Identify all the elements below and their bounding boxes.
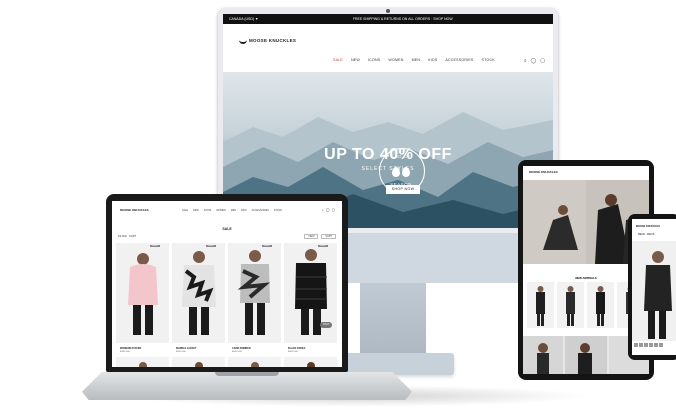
tablet-product-card[interactable] <box>587 282 614 328</box>
promo-message[interactable]: FREE SHIPPING & RETURNS ON ALL ORDERS · … <box>353 17 453 21</box>
shop-now-button[interactable]: SHOP NOW <box>386 185 420 194</box>
tablet-product-card[interactable] <box>527 282 554 328</box>
view-sort-controls: VIEW SORT <box>304 234 336 239</box>
product-card[interactable]: SALE <box>284 243 337 343</box>
laptop-lid: MOOSE KNUCKLES SALE NEW ICONS WOMEN MEN … <box>106 194 348 372</box>
main-nav: SALE NEW ICONS WOMEN MEN KIDS ACCESSORIE… <box>333 58 495 62</box>
sort-button[interactable]: SORT <box>321 234 336 239</box>
product-price: $495 USD <box>120 351 131 353</box>
bag-icon[interactable]: ▢ <box>540 58 545 64</box>
product-card[interactable]: SALE <box>228 243 281 343</box>
laptop-notch <box>215 372 279 376</box>
laptop-header: MOOSE KNUCKLES SALE NEW ICONS WOMEN MEN … <box>112 201 342 219</box>
sale-tag: SALE <box>150 245 160 247</box>
nav-item-sale[interactable]: SALE <box>333 58 343 62</box>
thumb[interactable] <box>654 343 658 347</box>
laptop-nav-item[interactable]: WOMEN <box>216 209 225 212</box>
laptop-product-grid: SALE SALE SALE SALE <box>116 243 338 343</box>
thumb[interactable] <box>639 343 643 347</box>
sale-tag: SALE <box>262 245 272 247</box>
product-image <box>237 250 271 335</box>
thumb[interactable] <box>649 343 653 347</box>
laptop-page-title: SALE <box>222 227 232 231</box>
product-price: $595 USD <box>176 351 187 353</box>
product-image <box>182 251 216 335</box>
brand-logo[interactable]: MOOSE KNUCKLES <box>239 38 296 44</box>
product-image <box>128 253 158 335</box>
product-card[interactable]: SALE <box>116 243 169 343</box>
filter-toggle[interactable]: FILTER · SORT <box>118 235 136 238</box>
header-icons: ⌕ ◯ ▢ <box>524 58 545 64</box>
laptop-header-icons[interactable]: ⌕◯▢ <box>322 208 337 212</box>
search-icon[interactable]: ⌕ <box>524 58 527 64</box>
product-card[interactable] <box>284 357 337 367</box>
nav-item-accessories[interactable]: ACCESSORIES <box>445 58 473 62</box>
sale-tag: SALE <box>206 245 216 247</box>
promo-bar: CANADA (USD) ▼ FREE SHIPPING & RETURNS O… <box>223 14 553 24</box>
laptop-nav-item[interactable]: STOCK <box>274 209 282 212</box>
logo-mark-icon <box>239 38 247 44</box>
laptop-screen: MOOSE KNUCKLES SALE NEW ICONS WOMEN MEN … <box>112 201 342 367</box>
product-price: $695 USD <box>288 351 299 353</box>
region-selector[interactable]: CANADA (USD) ▼ <box>229 17 259 21</box>
tablet-logo[interactable]: MOOSE KNUCKLES <box>529 170 558 174</box>
product-card[interactable] <box>172 357 225 367</box>
camera-dot <box>386 9 390 13</box>
nav-item-men[interactable]: MEN <box>412 58 421 62</box>
sale-tag: SALE <box>318 245 328 247</box>
laptop-product-row-2 <box>116 357 338 367</box>
phone-thumbnails <box>634 343 663 347</box>
nav-item-kids[interactable]: KIDS <box>428 58 437 62</box>
phone-page-title: MENS · MEN'S <box>638 233 655 236</box>
product-price: $645 USD <box>232 351 243 353</box>
thumb[interactable] <box>634 343 638 347</box>
hero-headline: UP TO 40% OFF <box>324 146 452 163</box>
product-image <box>295 249 327 335</box>
nav-item-stock[interactable]: STOCK <box>482 58 495 62</box>
nav-item-new[interactable]: NEW <box>351 58 360 62</box>
site-header: MOOSE KNUCKLES <box>223 24 553 62</box>
product-name[interactable]: MARBLE JACKET <box>176 347 196 350</box>
phone-screen: MOOSE KNUCKLES MENS · MEN'S <box>632 219 676 355</box>
thumb[interactable] <box>644 343 648 347</box>
product-name[interactable]: WOMENS PUFFER <box>120 347 141 350</box>
account-icon[interactable]: ◯ <box>531 58 537 64</box>
laptop-nav-item[interactable]: MEN <box>231 209 236 212</box>
phone-logo[interactable]: MOOSE KNUCKLES <box>636 225 660 228</box>
product-name[interactable]: CAMO BOMBER <box>232 347 251 350</box>
thumb[interactable] <box>659 343 663 347</box>
laptop-base <box>82 372 412 400</box>
product-name[interactable]: BLACK PARKA <box>288 347 305 350</box>
laptop-nav-item[interactable]: KIDS <box>241 209 247 212</box>
laptop-nav-item[interactable]: ACCESSORIES <box>252 209 269 212</box>
laptop-nav-item[interactable]: ICONS <box>204 209 212 212</box>
chat-button[interactable]: CHAT <box>320 322 332 328</box>
nav-item-icons[interactable]: ICONS <box>368 58 380 62</box>
laptop-nav-item[interactable]: SALE <box>182 209 188 212</box>
laptop-logo[interactable]: MOOSE KNUCKLES <box>120 208 149 212</box>
monitor-stand <box>360 283 426 353</box>
tablet-product-card[interactable] <box>557 282 584 328</box>
phone-product-image[interactable] <box>632 241 676 341</box>
product-card[interactable] <box>116 357 169 367</box>
laptop-nav: SALE NEW ICONS WOMEN MEN KIDS ACCESSORIE… <box>182 209 282 212</box>
product-card[interactable]: SALE <box>172 243 225 343</box>
laptop-nav-item[interactable]: NEW <box>193 209 199 212</box>
phone-device: MOOSE KNUCKLES MENS · MEN'S <box>628 214 676 360</box>
product-card[interactable] <box>228 357 281 367</box>
nav-item-women[interactable]: WOMEN <box>388 58 403 62</box>
view-button[interactable]: VIEW <box>304 234 319 239</box>
hero-subhead: SELECT STYLES <box>361 166 415 172</box>
monitor-foot <box>332 353 454 375</box>
